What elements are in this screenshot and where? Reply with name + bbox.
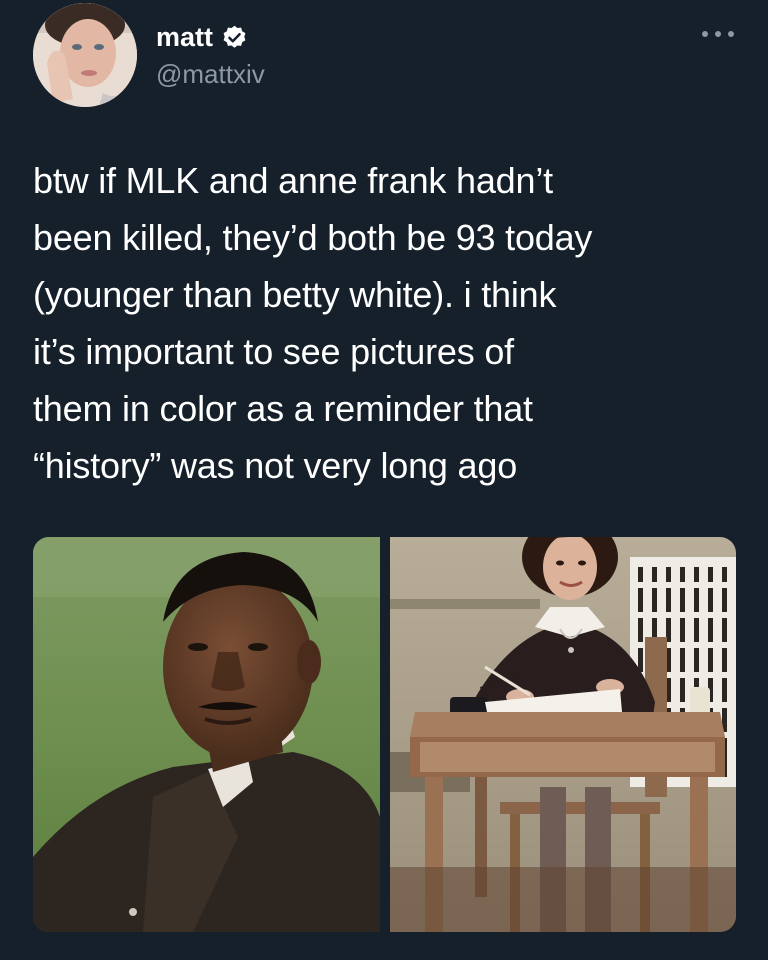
tweet-media xyxy=(33,537,736,932)
avatar-image xyxy=(33,3,137,107)
tweet-text-line: been killed, they’d both be 93 today xyxy=(33,217,593,258)
more-dot xyxy=(702,31,708,37)
photo-mlk[interactable] xyxy=(33,537,380,932)
tweet-text-line: btw if MLK and anne frank hadn’t xyxy=(33,160,553,201)
avatar[interactable] xyxy=(33,3,137,107)
author-display-name[interactable]: matt xyxy=(156,20,213,54)
verified-badge-icon xyxy=(221,24,248,51)
author-handle[interactable]: @mattxiv xyxy=(156,58,265,90)
tweet: matt @mattxiv btw if MLK and anne frank … xyxy=(0,0,768,960)
tweet-text-line: “history” was not very long ago xyxy=(33,445,518,486)
more-dot xyxy=(728,31,734,37)
tweet-text: btw if MLK and anne frank hadn’t been ki… xyxy=(33,152,733,494)
author-name-row: matt xyxy=(156,20,248,54)
more-dot xyxy=(715,31,721,37)
more-horizontal-icon[interactable] xyxy=(702,24,734,44)
tweet-text-line: it’s important to see pictures of xyxy=(33,331,514,372)
tweet-text-line: them in color as a reminder that xyxy=(33,388,533,429)
photo-anne-frank[interactable] xyxy=(390,537,736,932)
tweet-text-line: (younger than betty white). i think xyxy=(33,274,557,315)
